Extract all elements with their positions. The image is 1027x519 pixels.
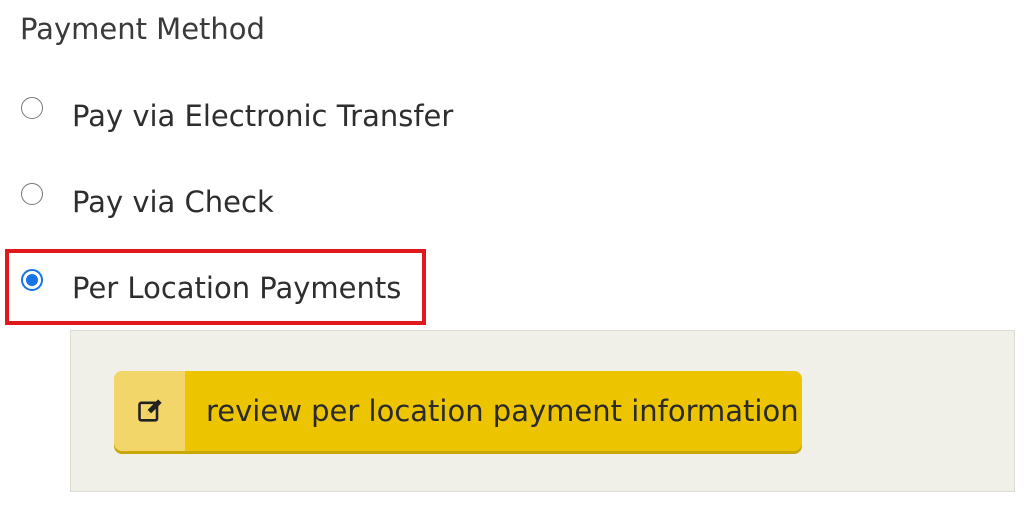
review-per-location-button[interactable]: review per location payment information xyxy=(114,371,802,451)
option-label-check[interactable]: Pay via Check xyxy=(72,182,274,222)
option-label-electronic-transfer[interactable]: Pay via Electronic Transfer xyxy=(72,96,453,136)
radio-electronic-transfer[interactable] xyxy=(21,97,43,119)
edit-icon xyxy=(114,371,185,451)
per-location-panel: review per location payment information xyxy=(70,330,1015,492)
edit-icon-svg xyxy=(137,399,162,422)
section-title: Payment Method xyxy=(20,12,265,46)
review-button-label: review per location payment information xyxy=(206,394,799,428)
radio-check[interactable] xyxy=(21,183,43,205)
selection-highlight xyxy=(5,249,426,325)
payment-method-page: Payment Method Pay via Electronic Transf… xyxy=(0,0,1027,519)
